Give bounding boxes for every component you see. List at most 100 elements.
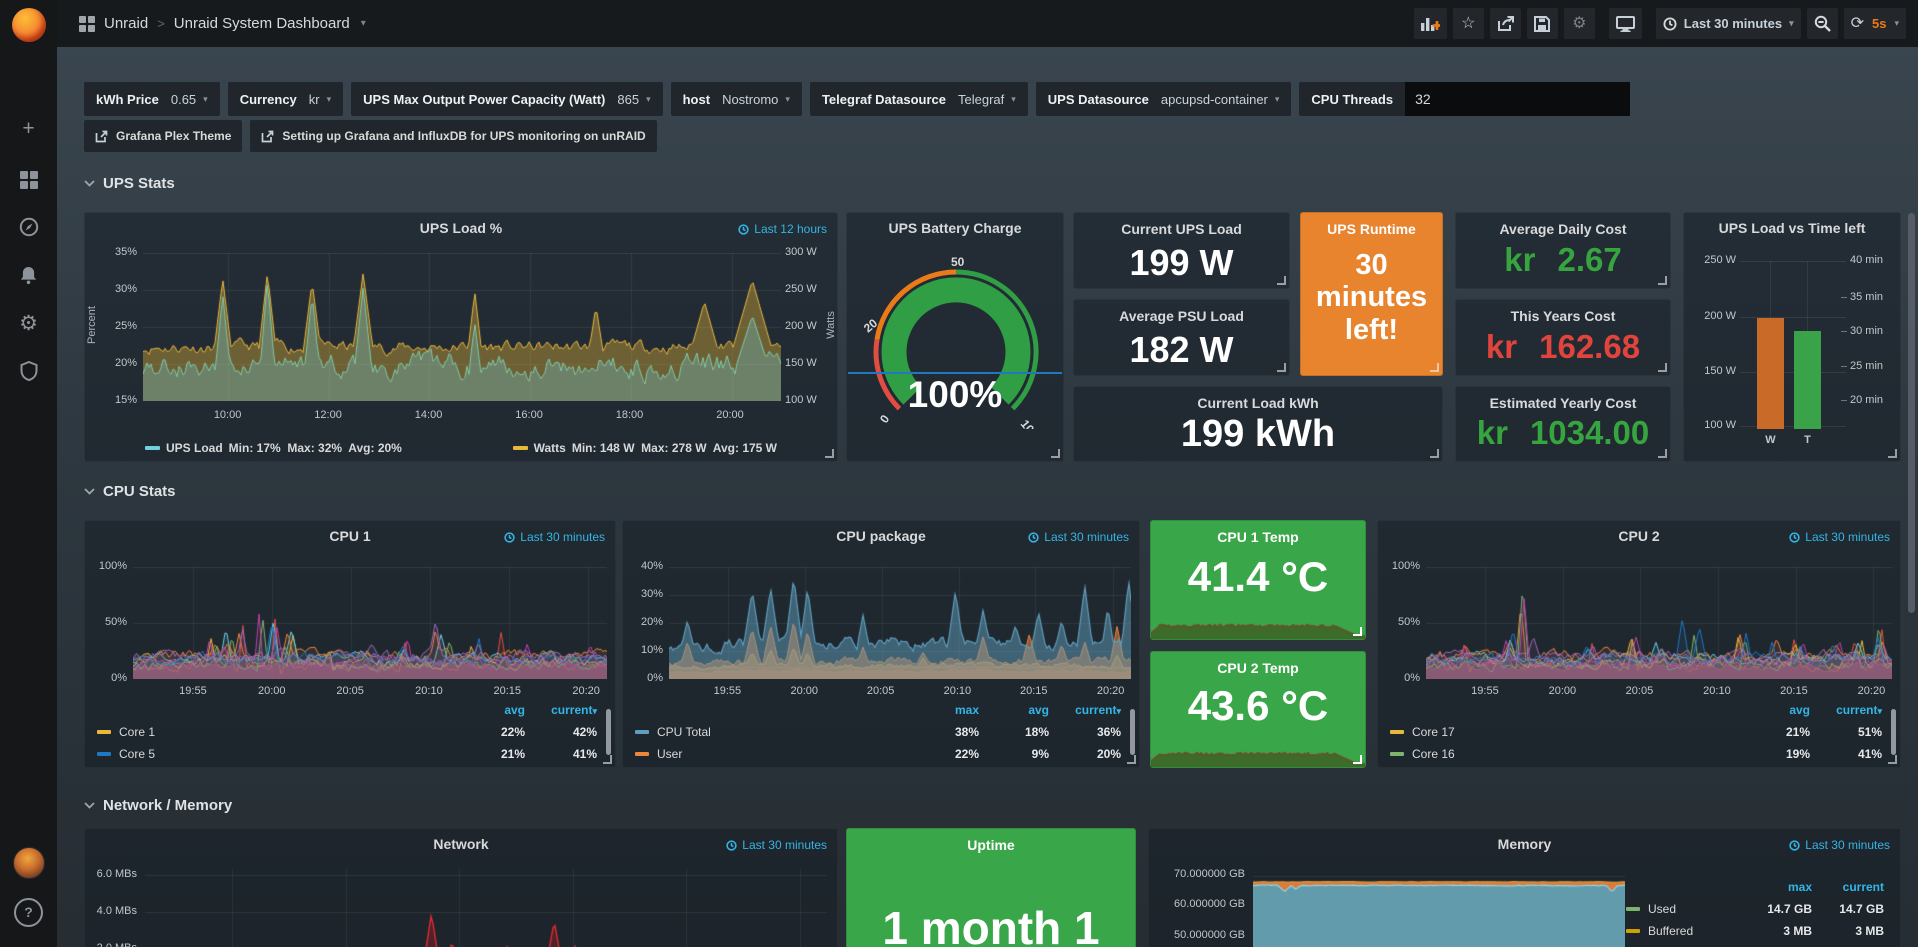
dashboard-caret-icon[interactable]: ▾ xyxy=(361,18,366,29)
section-network-memory[interactable]: Network / Memory xyxy=(84,797,232,814)
sidebar-item-configuration[interactable]: ⚙ xyxy=(0,303,57,343)
cpu-package-graph[interactable] xyxy=(669,567,1131,679)
sidebar-item-alerting[interactable] xyxy=(0,255,57,295)
link-ups-monitoring-guide[interactable]: Setting up Grafana and InfluxDB for UPS … xyxy=(250,120,656,152)
sidebar-item-dashboards[interactable] xyxy=(0,160,57,200)
legend-sort-current[interactable]: current▾ xyxy=(525,703,597,717)
panel-resize-handle[interactable] xyxy=(1430,449,1439,458)
save-dashboard-button[interactable] xyxy=(1527,8,1558,39)
sidebar-item-help[interactable]: ? xyxy=(0,892,57,932)
panel-resize-handle[interactable] xyxy=(1430,363,1439,372)
panel-resize-handle[interactable] xyxy=(1658,363,1667,372)
memory-graph[interactable] xyxy=(1253,869,1625,947)
network-graph[interactable] xyxy=(145,869,827,947)
panel-resize-handle[interactable] xyxy=(1353,755,1362,764)
panel-title[interactable]: Current Load kWh xyxy=(1074,395,1442,411)
panel-title[interactable]: UPS Load % xyxy=(85,220,837,236)
dashboard-settings-button[interactable]: ⚙ xyxy=(1564,8,1595,39)
zoom-out-time-button[interactable] xyxy=(1807,8,1838,39)
sidebar-item-create[interactable]: + xyxy=(0,108,57,148)
panel-title[interactable]: Network xyxy=(85,836,837,852)
legend-sort-avg[interactable]: avg xyxy=(979,703,1049,717)
panel-title[interactable]: This Years Cost xyxy=(1456,308,1670,324)
panel-time-range[interactable]: Last 30 minutes xyxy=(504,530,605,544)
time-range-picker[interactable]: Last 30 minutes ▾ xyxy=(1656,8,1801,39)
legend-series-toggle[interactable]: CPU Total xyxy=(635,725,909,739)
legend-sort-avg[interactable]: avg xyxy=(1740,703,1810,717)
legend-sort-avg[interactable]: avg xyxy=(455,703,525,717)
legend-sort-current[interactable]: current xyxy=(1812,880,1884,894)
scrollbar-thumb[interactable] xyxy=(1908,213,1915,613)
panel-resize-handle[interactable] xyxy=(603,755,612,764)
panel-resize-handle[interactable] xyxy=(1888,755,1897,764)
load-vs-time-bars[interactable] xyxy=(1684,213,1902,463)
panel-title[interactable]: Estimated Yearly Cost xyxy=(1456,395,1670,411)
panel-resize-handle[interactable] xyxy=(1353,627,1362,636)
legend-series-toggle[interactable]: Buffered xyxy=(1626,924,1742,938)
panel-resize-handle[interactable] xyxy=(825,449,834,458)
variable-host[interactable]: hostNostromo▾ xyxy=(671,82,802,116)
cpu1-graph[interactable] xyxy=(133,567,607,679)
panel-title[interactable]: Average PSU Load xyxy=(1074,308,1289,324)
legend-sort-current[interactable]: current▾ xyxy=(1810,703,1882,717)
panel-title[interactable]: UPS Runtime xyxy=(1301,221,1442,237)
panel-time-range[interactable]: Last 30 minutes xyxy=(726,838,827,852)
legend-item[interactable]: UPS Load Min: 17% Max: 32% Avg: 20% xyxy=(145,441,402,455)
section-ups-stats[interactable]: UPS Stats xyxy=(84,175,175,192)
legend-series-toggle[interactable]: Core 17 xyxy=(1390,725,1740,739)
legend-series-toggle[interactable]: Core 1 xyxy=(97,725,455,739)
legend-scrollbar[interactable] xyxy=(606,709,611,755)
legend-series-toggle[interactable]: Core 5 xyxy=(97,747,455,761)
variable-ups-max-output[interactable]: UPS Max Output Power Capacity (Watt)865▾ xyxy=(351,82,662,116)
panel-resize-handle[interactable] xyxy=(1658,449,1667,458)
ups-load-graph[interactable] xyxy=(143,253,781,401)
legend-series-toggle[interactable]: Used xyxy=(1626,902,1742,916)
panel-resize-handle[interactable] xyxy=(1888,449,1897,458)
legend-sort-max[interactable]: max xyxy=(909,703,979,717)
add-panel-button[interactable] xyxy=(1414,8,1447,39)
sidebar-item-server-admin[interactable] xyxy=(0,351,57,391)
legend-scrollbar[interactable] xyxy=(1891,709,1896,755)
panel-title[interactable]: CPU 1 Temp xyxy=(1151,529,1365,545)
panel-time-range[interactable]: Last 30 minutes xyxy=(1789,838,1890,852)
panel-title[interactable]: Uptime xyxy=(847,837,1135,853)
panel-resize-handle[interactable] xyxy=(1051,449,1060,458)
panel-title[interactable]: Current UPS Load xyxy=(1074,221,1289,237)
legend-sort-current[interactable]: current▾ xyxy=(1049,703,1121,717)
kiosk-mode-button[interactable] xyxy=(1609,8,1642,39)
refresh-picker[interactable]: ⟳ 5s ▾ xyxy=(1844,8,1906,39)
panel-title[interactable]: UPS Load vs Time left xyxy=(1684,220,1900,236)
panel-resize-handle[interactable] xyxy=(1127,755,1136,764)
variable-currency[interactable]: Currencykr▾ xyxy=(228,82,343,116)
panel-resize-handle[interactable] xyxy=(1277,363,1286,372)
page-scrollbar[interactable] xyxy=(1908,0,1916,947)
cpu-threads-input[interactable] xyxy=(1405,82,1630,116)
sidebar-item-profile[interactable] xyxy=(0,843,57,883)
star-dashboard-button[interactable]: ☆ xyxy=(1453,8,1484,39)
legend-sort-max[interactable]: max xyxy=(1742,880,1812,894)
grafana-logo[interactable] xyxy=(0,5,57,45)
page-title[interactable]: Unraid System Dashboard xyxy=(174,15,350,32)
panel-title[interactable]: CPU 2 Temp xyxy=(1151,660,1365,676)
variable-kwh-price[interactable]: kWh Price0.65▾ xyxy=(84,82,220,116)
legend-series-toggle[interactable]: Core 16 xyxy=(1390,747,1740,761)
legend-series-toggle[interactable]: User xyxy=(635,747,909,761)
share-dashboard-button[interactable] xyxy=(1490,8,1521,39)
panel-time-range[interactable]: Last 30 minutes xyxy=(1789,530,1890,544)
variable-telegraf-datasource[interactable]: Telegraf DatasourceTelegraf▾ xyxy=(810,82,1028,116)
cpu2-graph[interactable] xyxy=(1426,567,1892,679)
sidebar-item-explore[interactable] xyxy=(0,207,57,247)
panel-title[interactable]: Average Daily Cost xyxy=(1456,221,1670,237)
panel-title[interactable]: Memory xyxy=(1149,836,1900,852)
panel-time-range[interactable]: Last 30 minutes xyxy=(1028,530,1129,544)
breadcrumb-folder[interactable]: Unraid xyxy=(104,15,148,32)
legend-scrollbar[interactable] xyxy=(1130,709,1135,755)
legend-item[interactable]: Watts Min: 148 W Max: 278 W Avg: 175 W xyxy=(513,441,777,455)
panel-time-range[interactable]: Last 12 hours xyxy=(738,222,827,236)
panel-title[interactable]: UPS Battery Charge xyxy=(847,220,1063,236)
panel-resize-handle[interactable] xyxy=(1277,276,1286,285)
variable-ups-datasource[interactable]: UPS Datasourceapcupsd-container▾ xyxy=(1036,82,1292,116)
section-cpu-stats[interactable]: CPU Stats xyxy=(84,483,176,500)
panel-resize-handle[interactable] xyxy=(1658,276,1667,285)
link-grafana-plex-theme[interactable]: Grafana Plex Theme xyxy=(84,120,242,152)
